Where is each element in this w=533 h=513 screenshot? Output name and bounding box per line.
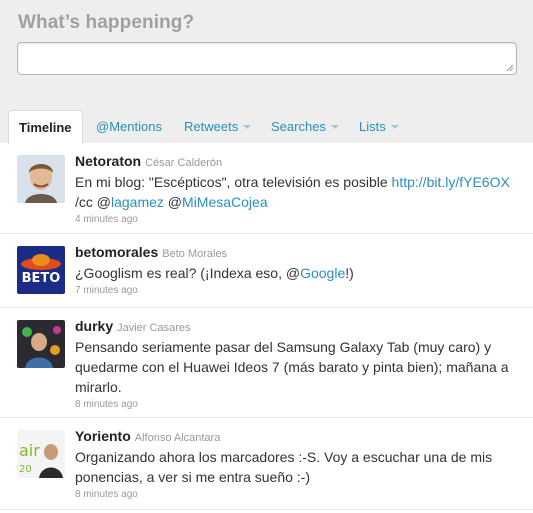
tweet-text-part: ¿Googlism es real? (¡Indexa eso, @ — [75, 265, 301, 281]
mention-link[interactable]: Google — [300, 265, 345, 281]
resize-grip-icon[interactable] — [506, 64, 514, 72]
compose-question: What’s happening? — [18, 12, 195, 33]
tab-searches[interactable]: Searches — [261, 110, 349, 143]
timeline-tabs: Timeline @Mentions Retweets Searches Lis… — [8, 110, 528, 144]
tweet-username[interactable]: Netoraton — [75, 153, 141, 169]
tweet-text: Organizando ahora los marcadores :-S. Vo… — [75, 447, 520, 487]
tweet-content: durky Javier Casares Pensando seriamente … — [75, 317, 520, 412]
tweet-timestamp[interactable]: 8 minutes ago — [75, 398, 520, 412]
tweet-text-part: Organizando ahora los marcadores :-S. Vo… — [75, 449, 493, 485]
tweet-item: Netoraton César Calderón En mi blog: "Esc… — [0, 143, 533, 234]
svg-text:20: 20 — [19, 464, 32, 475]
chevron-down-icon — [243, 124, 252, 129]
tab-label: Searches — [271, 119, 326, 134]
tweet-text: ¿Googlism es real? (¡Indexa eso, @Google… — [75, 263, 520, 283]
tweet-item: air 20 Yoriento Alfonso Alcantara Organiz… — [0, 418, 533, 510]
tweet-text: Pensando seriamente pasar del Samsung Ga… — [75, 337, 520, 397]
tab-label: Lists — [359, 119, 386, 134]
user-avatar-icon: air 20 — [17, 430, 65, 478]
tweet-realname: Javier Casares — [117, 322, 191, 334]
tweet-item: durky Javier Casares Pensando seriamente … — [0, 308, 533, 418]
tab-label: Timeline — [19, 120, 72, 135]
mention-link[interactable]: MiMesaCojea — [182, 194, 268, 210]
tab-label: Retweets — [184, 119, 239, 134]
tweet-timestamp[interactable]: 8 minutes ago — [75, 488, 520, 502]
avatar[interactable] — [17, 155, 65, 203]
user-avatar-icon: BETO — [17, 246, 65, 294]
tweet-realname: Beto Morales — [162, 248, 228, 260]
status-input[interactable] — [17, 42, 517, 75]
svg-text:air: air — [19, 441, 40, 460]
tab-lists[interactable]: Lists — [349, 110, 409, 143]
avatar[interactable]: air 20 — [17, 430, 65, 478]
tab-label: @Mentions — [96, 119, 162, 134]
tweet-username[interactable]: durky — [75, 318, 113, 334]
tweet-text-part: Pensando seriamente pasar del Samsung Ga… — [75, 339, 509, 395]
compose-area: What’s happening? Timeline @Mentions Ret… — [0, 0, 533, 144]
tab-timeline[interactable]: Timeline — [8, 110, 83, 144]
mention-link[interactable]: lagamez — [111, 194, 164, 210]
tweet-content: betomorales Beto Morales ¿Googlism es rea… — [75, 243, 520, 298]
svg-text:BETO: BETO — [22, 271, 61, 286]
tweet-link[interactable]: http://bit.ly/fYE6OX — [392, 174, 510, 190]
tweet-text-part: /cc @ — [75, 194, 111, 210]
user-avatar-icon — [17, 155, 65, 203]
tweet-realname: Alfonso Alcantara — [134, 432, 221, 444]
chevron-down-icon — [390, 124, 399, 129]
tweet-content: Yoriento Alfonso Alcantara Organizando ah… — [75, 427, 520, 502]
tweet-content: Netoraton César Calderón En mi blog: "Esc… — [75, 152, 520, 227]
avatar[interactable]: BETO — [17, 246, 65, 294]
tweet-text: En mi blog: "Escépticos", otra televisió… — [75, 172, 520, 212]
tweet-timestamp[interactable]: 7 minutes ago — [75, 284, 520, 298]
chevron-down-icon — [330, 124, 339, 129]
tweet-username[interactable]: Yoriento — [75, 428, 131, 444]
tweet-item: BETO betomorales Beto Morales ¿Googlism e… — [0, 234, 533, 308]
tab-mentions[interactable]: @Mentions — [86, 110, 172, 143]
tweet-timestamp[interactable]: 4 minutes ago — [75, 213, 520, 227]
tweet-realname: César Calderón — [145, 157, 223, 169]
tweet-username[interactable]: betomorales — [75, 244, 158, 260]
avatar[interactable] — [17, 320, 65, 368]
user-avatar-icon — [17, 320, 65, 368]
tab-retweets[interactable]: Retweets — [174, 110, 261, 143]
tweet-text-part: !) — [345, 265, 354, 281]
tweet-text-part: @ — [163, 194, 183, 210]
tweet-text-part: En mi blog: "Escépticos", otra televisió… — [75, 174, 392, 190]
